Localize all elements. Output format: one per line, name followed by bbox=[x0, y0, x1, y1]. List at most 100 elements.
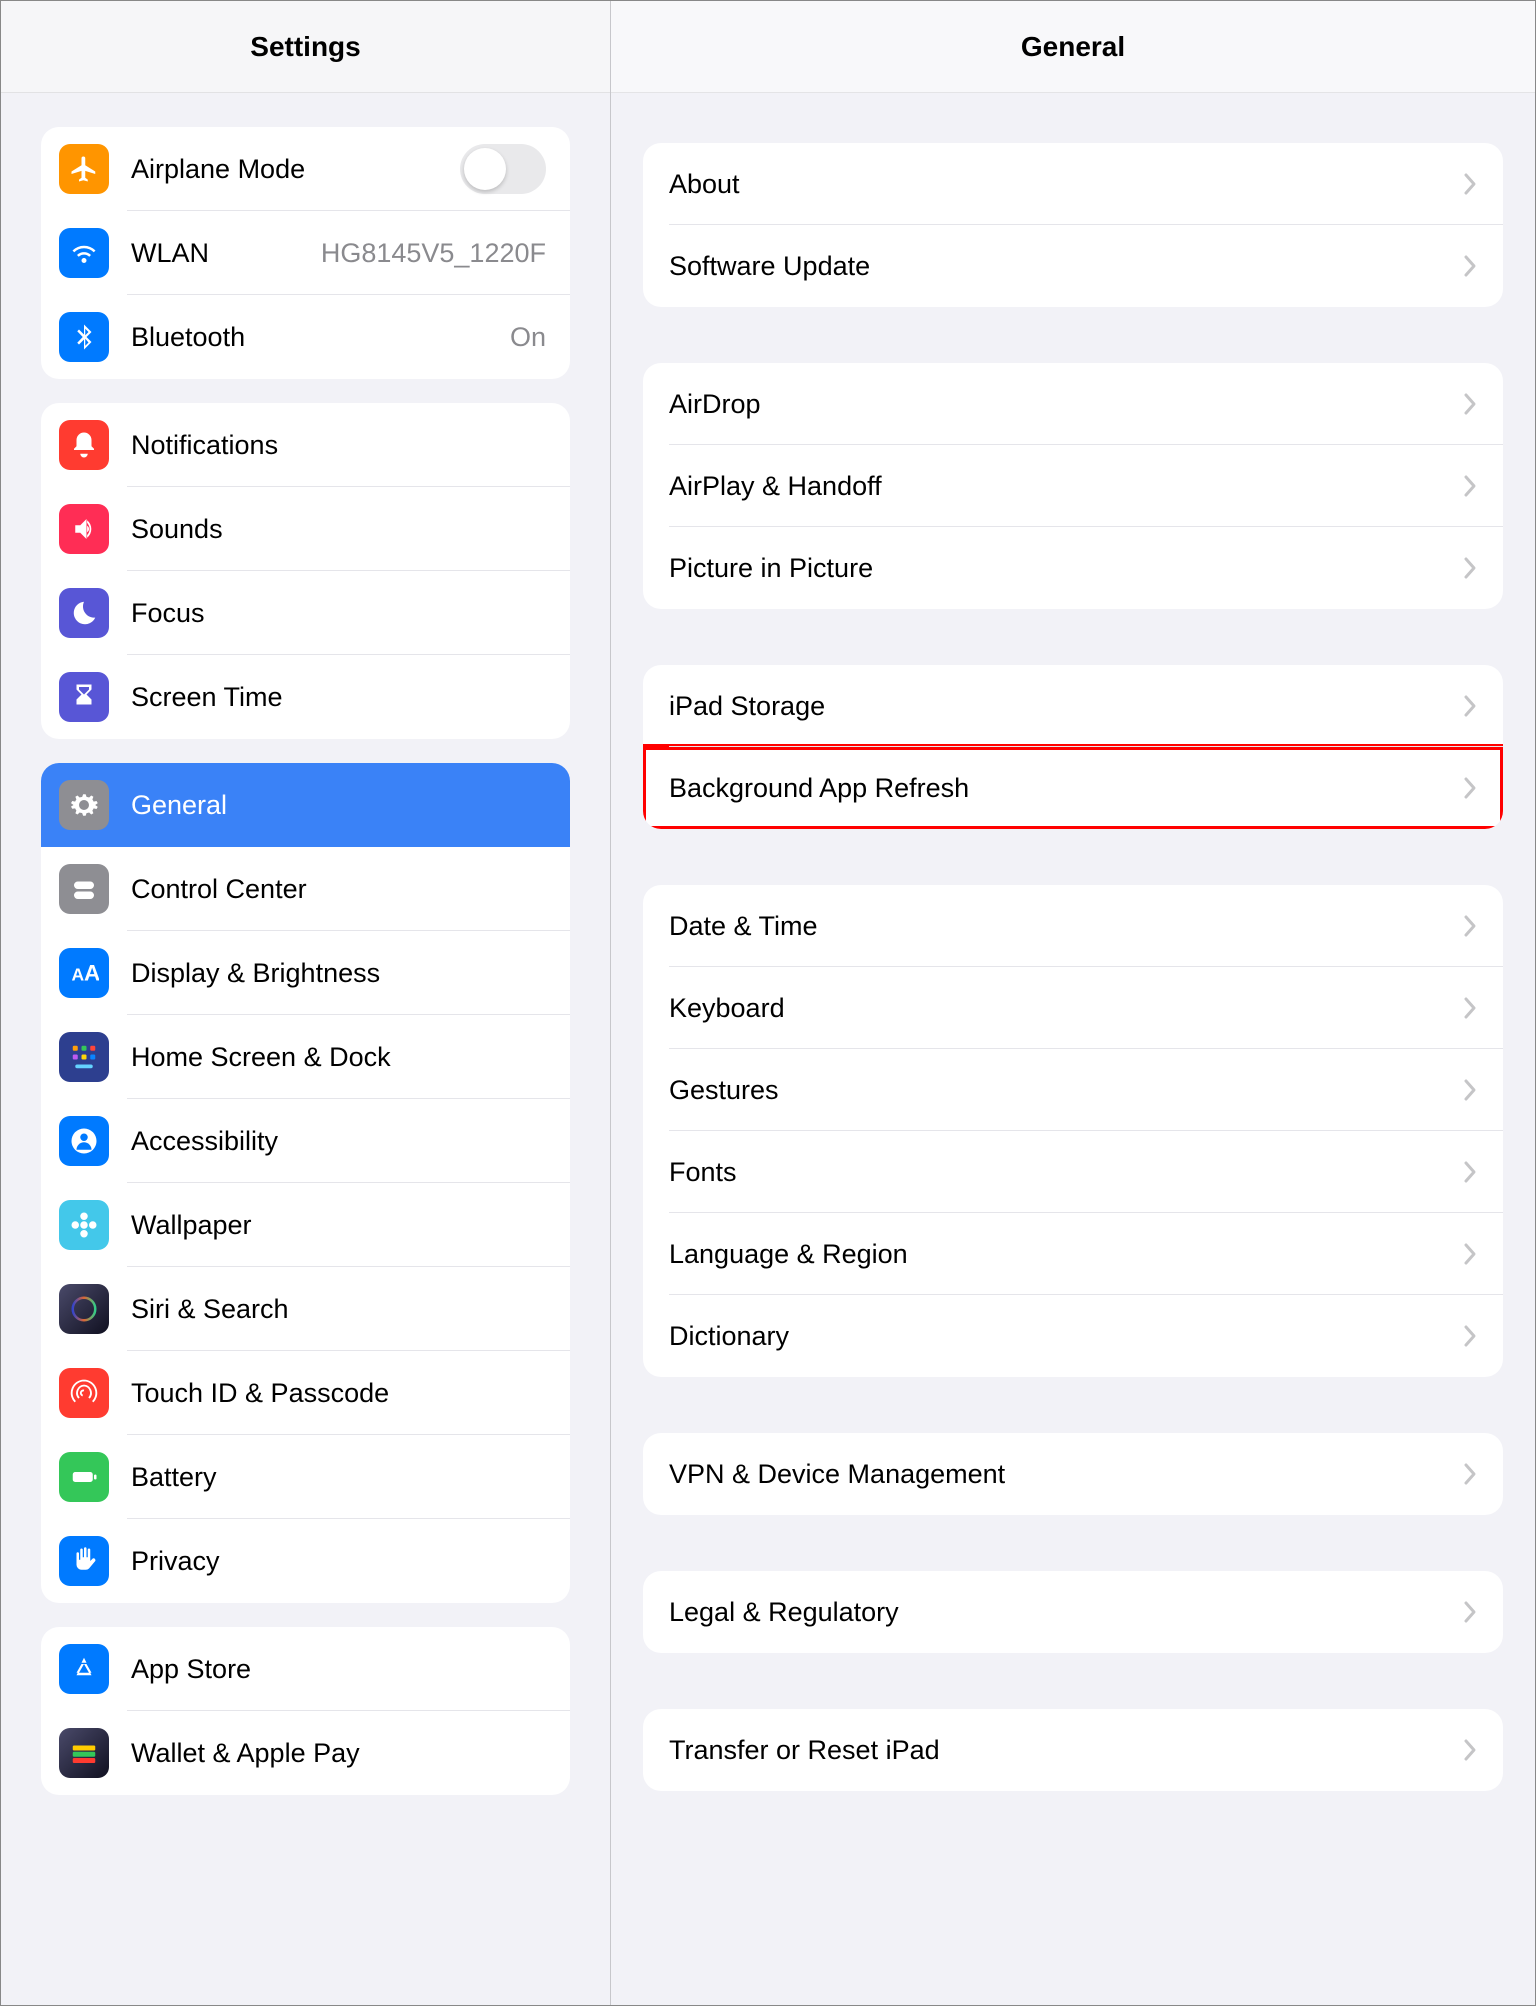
sidebar-item-privacy[interactable]: Privacy bbox=[41, 1519, 570, 1603]
detail-item-pip[interactable]: Picture in Picture bbox=[643, 527, 1503, 609]
item-label: Notifications bbox=[131, 430, 278, 461]
item-label: Background App Refresh bbox=[669, 773, 969, 804]
item-label: Picture in Picture bbox=[669, 553, 873, 584]
item-label: AirPlay & Handoff bbox=[669, 471, 882, 502]
detail-item-dictionary[interactable]: Dictionary bbox=[643, 1295, 1503, 1377]
chevron-right-icon bbox=[1463, 392, 1477, 416]
item-label: Keyboard bbox=[669, 993, 785, 1024]
item-label: General bbox=[131, 790, 227, 821]
detail-group: AirDrop AirPlay & Handoff Picture in Pictu… bbox=[643, 363, 1503, 609]
detail-item-language[interactable]: Language & Region bbox=[643, 1213, 1503, 1295]
sidebar-item-screentime[interactable]: Screen Time bbox=[41, 655, 570, 739]
detail-group: About Software Update bbox=[643, 143, 1503, 307]
svg-text:A: A bbox=[72, 965, 85, 985]
item-label: Bluetooth bbox=[131, 322, 245, 353]
detail-item-about[interactable]: About bbox=[643, 143, 1503, 225]
chevron-right-icon bbox=[1463, 1600, 1477, 1624]
chevron-right-icon bbox=[1463, 996, 1477, 1020]
item-label: VPN & Device Management bbox=[669, 1459, 1005, 1490]
detail-item-keyboard[interactable]: Keyboard bbox=[643, 967, 1503, 1049]
gear-icon bbox=[59, 780, 109, 830]
item-label: Wallpaper bbox=[131, 1210, 252, 1241]
settings-sidebar: Settings Airplane ModeWLANHG8145V5_1220F… bbox=[1, 1, 611, 2005]
chevron-right-icon bbox=[1463, 254, 1477, 278]
detail-item-datetime[interactable]: Date & Time bbox=[643, 885, 1503, 967]
sidebar-item-airplane[interactable]: Airplane Mode bbox=[41, 127, 570, 211]
item-label: Focus bbox=[131, 598, 205, 629]
sidebar-item-touchid[interactable]: Touch ID & Passcode bbox=[41, 1351, 570, 1435]
sidebar-item-wallpaper[interactable]: Wallpaper bbox=[41, 1183, 570, 1267]
detail-text: HG8145V5_1220F bbox=[305, 238, 546, 269]
detail-group: VPN & Device Management bbox=[643, 1433, 1503, 1515]
sidebar-group: Notifications Sounds Focus Screen Time bbox=[41, 403, 570, 739]
sidebar-title: Settings bbox=[1, 1, 610, 93]
item-label: Language & Region bbox=[669, 1239, 908, 1270]
bluetooth-icon bbox=[59, 312, 109, 362]
detail-item-airplay[interactable]: AirPlay & Handoff bbox=[643, 445, 1503, 527]
item-label: Wallet & Apple Pay bbox=[131, 1738, 360, 1769]
detail-item-legal[interactable]: Legal & Regulatory bbox=[643, 1571, 1503, 1653]
sidebar-item-accessibility[interactable]: Accessibility bbox=[41, 1099, 570, 1183]
moon-icon bbox=[59, 588, 109, 638]
fingerprint-icon bbox=[59, 1368, 109, 1418]
wifi-icon bbox=[59, 228, 109, 278]
chevron-right-icon bbox=[1463, 776, 1477, 800]
sidebar-item-notifications[interactable]: Notifications bbox=[41, 403, 570, 487]
hand-icon bbox=[59, 1536, 109, 1586]
detail-group: Date & Time Keyboard Gestures Fonts Language… bbox=[643, 885, 1503, 1377]
item-label: Legal & Regulatory bbox=[669, 1597, 899, 1628]
item-label: Control Center bbox=[131, 874, 307, 905]
item-label: Accessibility bbox=[131, 1126, 278, 1157]
item-label: About bbox=[669, 169, 740, 200]
sidebar-group: Airplane ModeWLANHG8145V5_1220FBluetooth… bbox=[41, 127, 570, 379]
sidebar-item-homescreen[interactable]: Home Screen & Dock bbox=[41, 1015, 570, 1099]
sidebar-item-siri[interactable]: Siri & Search bbox=[41, 1267, 570, 1351]
detail-item-fonts[interactable]: Fonts bbox=[643, 1131, 1503, 1213]
bell-icon bbox=[59, 420, 109, 470]
sidebar-item-focus[interactable]: Focus bbox=[41, 571, 570, 655]
toggle-switch[interactable] bbox=[460, 144, 546, 194]
item-label: Battery bbox=[131, 1462, 217, 1493]
sidebar-group: General Control Center AADisplay & Brightn… bbox=[41, 763, 570, 1603]
detail-item-bg-refresh[interactable]: Background App Refresh bbox=[643, 747, 1503, 829]
hourglass-icon bbox=[59, 672, 109, 722]
chevron-right-icon bbox=[1463, 1242, 1477, 1266]
sidebar-item-bluetooth[interactable]: BluetoothOn bbox=[41, 295, 570, 379]
item-label: Privacy bbox=[131, 1546, 220, 1577]
chevron-right-icon bbox=[1463, 914, 1477, 938]
battery-icon bbox=[59, 1452, 109, 1502]
item-label: Home Screen & Dock bbox=[131, 1042, 391, 1073]
item-label: Siri & Search bbox=[131, 1294, 289, 1325]
sidebar-item-display[interactable]: AADisplay & Brightness bbox=[41, 931, 570, 1015]
detail-item-transfer[interactable]: Transfer or Reset iPad bbox=[643, 1709, 1503, 1791]
speaker-icon bbox=[59, 504, 109, 554]
sidebar-item-general[interactable]: General bbox=[41, 763, 570, 847]
sidebar-item-appstore[interactable]: App Store bbox=[41, 1627, 570, 1711]
item-label: iPad Storage bbox=[669, 691, 825, 722]
item-label: Touch ID & Passcode bbox=[131, 1378, 389, 1409]
chevron-right-icon bbox=[1463, 172, 1477, 196]
chevron-right-icon bbox=[1463, 1738, 1477, 1762]
switches-icon bbox=[59, 864, 109, 914]
item-label: AirDrop bbox=[669, 389, 761, 420]
textsize-icon: AA bbox=[59, 948, 109, 998]
person-icon bbox=[59, 1116, 109, 1166]
detail-pane: General About Software Update AirDrop AirPl… bbox=[611, 1, 1535, 2005]
sidebar-item-wlan[interactable]: WLANHG8145V5_1220F bbox=[41, 211, 570, 295]
detail-item-storage[interactable]: iPad Storage bbox=[643, 665, 1503, 747]
chevron-right-icon bbox=[1463, 1078, 1477, 1102]
appstore-icon bbox=[59, 1644, 109, 1694]
detail-item-airdrop[interactable]: AirDrop bbox=[643, 363, 1503, 445]
sidebar-item-wallet[interactable]: Wallet & Apple Pay bbox=[41, 1711, 570, 1795]
detail-item-gestures[interactable]: Gestures bbox=[643, 1049, 1503, 1131]
flower-icon bbox=[59, 1200, 109, 1250]
detail-group: Transfer or Reset iPad bbox=[643, 1709, 1503, 1791]
sidebar-item-sounds[interactable]: Sounds bbox=[41, 487, 570, 571]
sidebar-item-battery[interactable]: Battery bbox=[41, 1435, 570, 1519]
detail-title: General bbox=[611, 1, 1535, 93]
chevron-right-icon bbox=[1463, 1462, 1477, 1486]
item-label: Fonts bbox=[669, 1157, 737, 1188]
detail-item-software-update[interactable]: Software Update bbox=[643, 225, 1503, 307]
sidebar-item-controlcenter[interactable]: Control Center bbox=[41, 847, 570, 931]
detail-item-vpn[interactable]: VPN & Device Management bbox=[643, 1433, 1503, 1515]
